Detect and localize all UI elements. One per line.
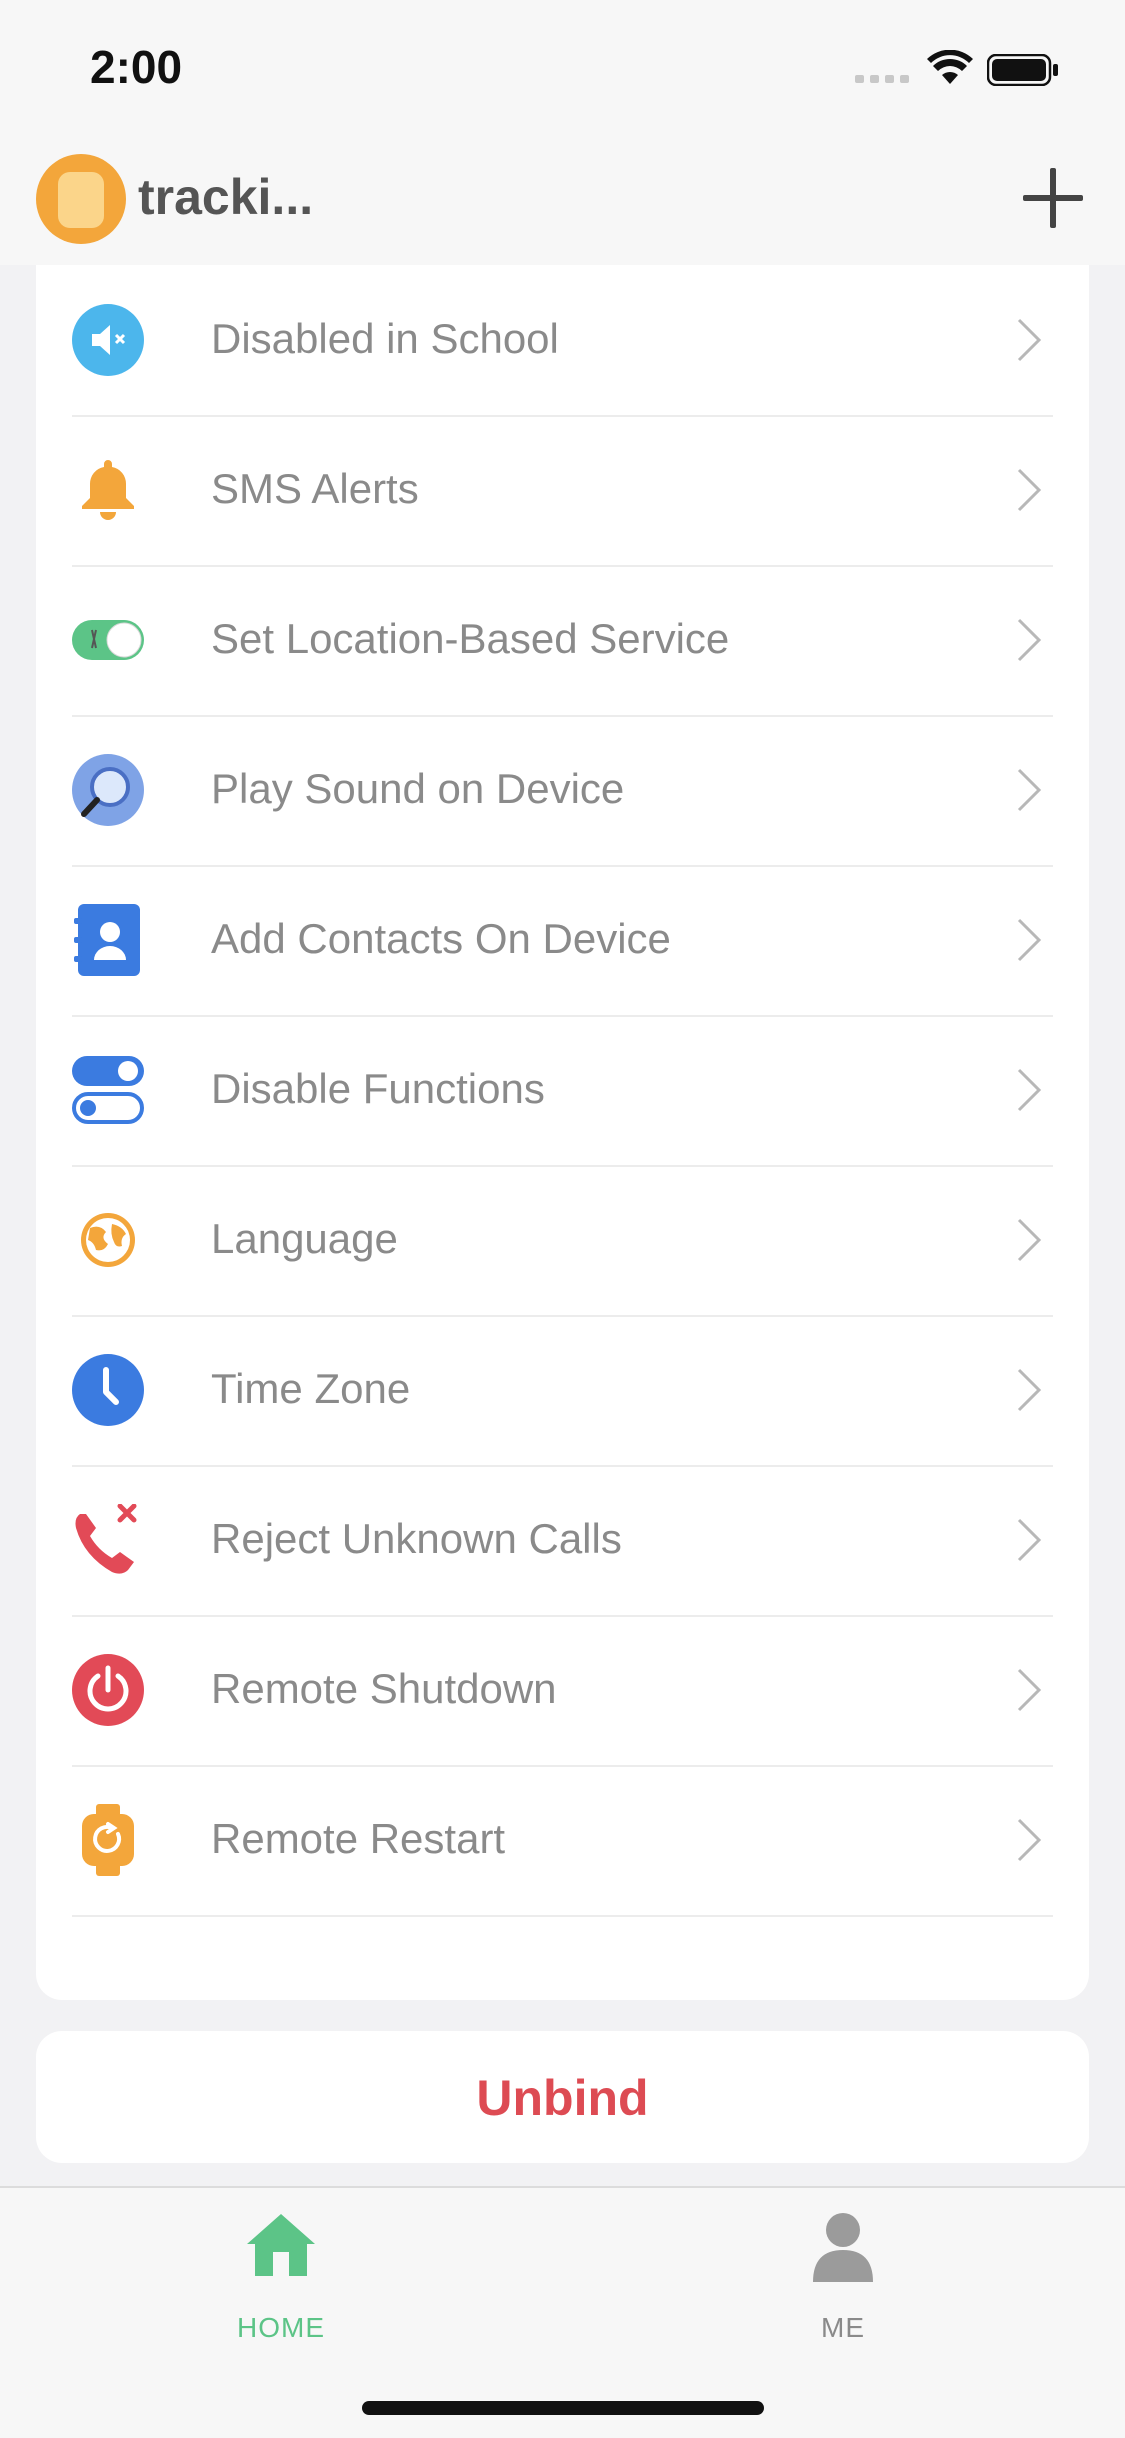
- chevron-right-icon: [1017, 1368, 1042, 1412]
- globe-icon: [81, 1213, 135, 1267]
- chevron-right-icon: [1017, 618, 1042, 662]
- speaker-muted-icon: [72, 304, 144, 376]
- device-avatar[interactable]: [36, 154, 126, 244]
- menu-item-add-contacts[interactable]: Add Contacts On Device: [72, 865, 1053, 1017]
- signal-icon: [855, 75, 909, 83]
- tab-bar: HOME ME: [0, 2186, 1125, 2438]
- battery-icon: [987, 54, 1058, 86]
- chevron-right-icon: [1017, 1068, 1042, 1112]
- menu-item-label: Disable Functions: [211, 1065, 545, 1112]
- menu-item-language[interactable]: Language: [72, 1165, 1053, 1317]
- status-time: 2:00: [90, 41, 183, 93]
- tab-home[interactable]: HOME: [181, 2212, 381, 2343]
- chevron-right-icon: [1017, 1518, 1042, 1562]
- menu-item-label: Set Location-Based Service: [211, 615, 730, 662]
- add-button[interactable]: [1017, 162, 1089, 234]
- settings-list: Disabled in School SMS Alerts Set Locati…: [36, 265, 1089, 2000]
- chevron-right-icon: [1017, 318, 1042, 362]
- menu-item-time-zone[interactable]: Time Zone: [72, 1315, 1053, 1467]
- toggle-icon: [72, 620, 144, 660]
- watch-icon: [58, 172, 104, 228]
- menu-item-label: Language: [211, 1215, 398, 1262]
- home-indicator: [362, 2401, 764, 2415]
- chevron-right-icon: [1017, 468, 1042, 512]
- phone-reject-icon: [75, 1504, 137, 1574]
- bell-icon: [82, 460, 134, 520]
- device-name[interactable]: tracki...: [138, 168, 313, 226]
- menu-item-label: Time Zone: [211, 1365, 411, 1412]
- chevron-right-icon: [1017, 768, 1042, 812]
- unbind-button[interactable]: Unbind: [36, 2031, 1089, 2163]
- menu-item-disabled-in-school[interactable]: Disabled in School: [72, 265, 1053, 417]
- home-icon: [247, 2214, 315, 2276]
- menu-item-label: Reject Unknown Calls: [211, 1515, 622, 1562]
- tab-me[interactable]: ME: [743, 2212, 943, 2343]
- wifi-icon: [927, 50, 973, 84]
- chevron-right-icon: [1017, 918, 1042, 962]
- power-icon: [72, 1654, 144, 1726]
- nav-bar: tracki...: [0, 140, 1125, 265]
- tab-label: HOME: [237, 2312, 325, 2343]
- menu-item-label: Remote Shutdown: [211, 1665, 557, 1712]
- contacts-book-icon: [74, 904, 140, 976]
- menu-item-disable-functions[interactable]: Disable Functions: [72, 1015, 1053, 1167]
- menu-item-label: Add Contacts On Device: [211, 915, 671, 962]
- menu-item-remote-restart[interactable]: Remote Restart: [72, 1765, 1053, 1917]
- chevron-right-icon: [1017, 1218, 1042, 1262]
- person-icon: [813, 2213, 873, 2282]
- menu-item-label: SMS Alerts: [211, 465, 419, 512]
- menu-item-remote-shutdown[interactable]: Remote Shutdown: [72, 1615, 1053, 1767]
- menu-item-label: Play Sound on Device: [211, 765, 625, 812]
- menu-item-reject-unknown-calls[interactable]: Reject Unknown Calls: [72, 1465, 1053, 1617]
- menu-item-sms-alerts[interactable]: SMS Alerts: [72, 415, 1053, 567]
- menu-item-label: Disabled in School: [211, 315, 559, 362]
- menu-item-location-service[interactable]: Set Location-Based Service: [72, 565, 1053, 717]
- status-bar: 2:00: [0, 0, 1125, 140]
- unbind-label: Unbind: [476, 2070, 649, 2126]
- status-icons: [855, 46, 1085, 90]
- search-sound-icon: [72, 754, 144, 826]
- chevron-right-icon: [1017, 1818, 1042, 1862]
- menu-item-label: Remote Restart: [211, 1815, 506, 1862]
- tab-label: ME: [821, 2312, 865, 2343]
- chevron-right-icon: [1017, 1668, 1042, 1712]
- switches-icon: [72, 1056, 144, 1124]
- clock-icon: [72, 1354, 144, 1426]
- menu-item-play-sound[interactable]: Play Sound on Device: [72, 715, 1053, 867]
- watch-restart-icon: [82, 1804, 134, 1876]
